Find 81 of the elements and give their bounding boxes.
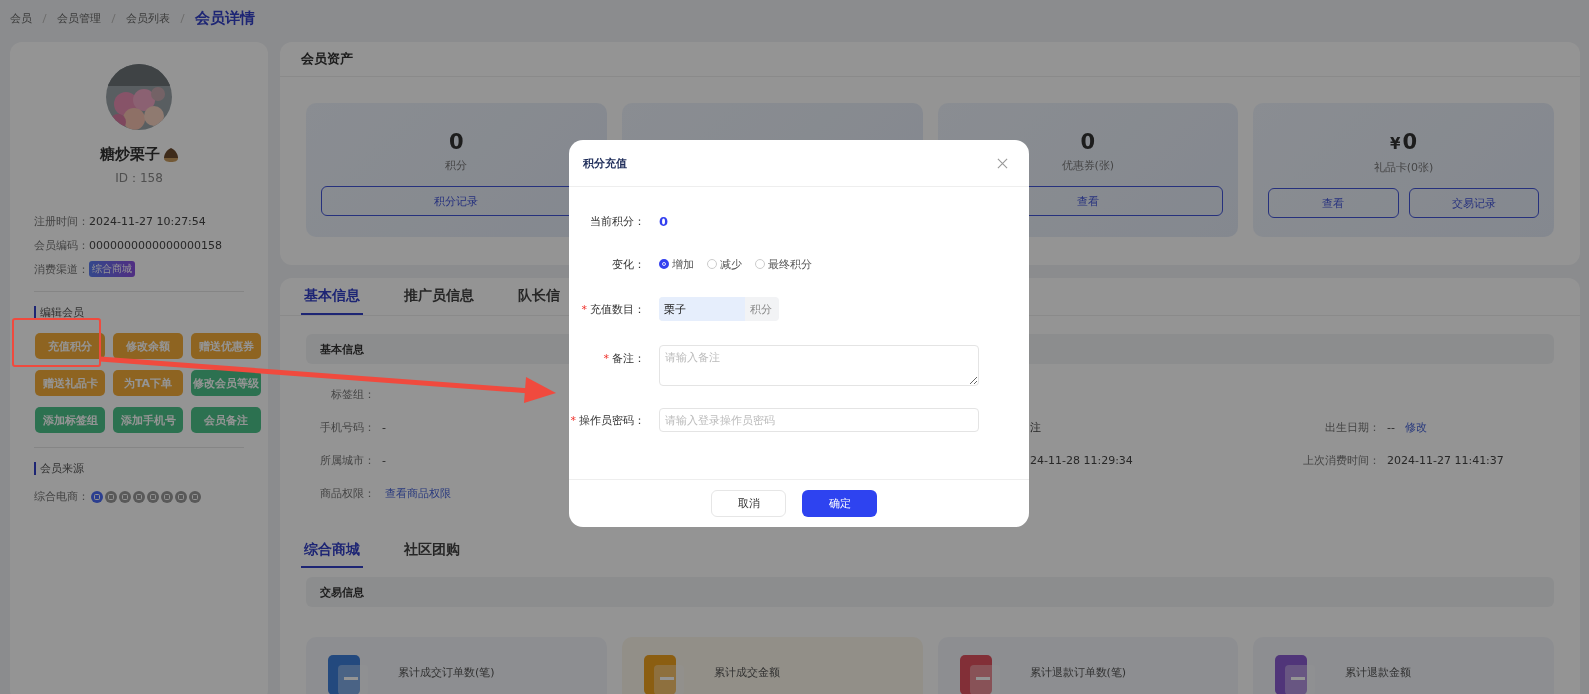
confirm-button[interactable]: 确定 [802,490,877,517]
field-value: 2024-11-27 11:41:37 [1387,454,1504,467]
field-value: - [382,454,386,467]
stat-value: ¥0 [1390,130,1418,156]
field-value: - [382,421,386,434]
input-field[interactable]: 栗子 积分 [659,297,779,321]
chestnut-icon [162,147,179,162]
section-title: 会员来源 [34,462,254,475]
link[interactable]: 修改 [1404,420,1427,435]
unit-label: 积分 [749,301,773,318]
field-label: 当前积分： [590,213,645,229]
tab[interactable]: 社区团购 [401,534,463,568]
section-title: 基本信息 [320,341,364,357]
field-label: 出生日期： [1324,420,1380,435]
radio-option[interactable]: 增加 [659,256,694,272]
field-label: 变化： [612,256,645,272]
required-mark: * [581,302,587,316]
radio-option[interactable]: 最终积分 [755,256,812,272]
link[interactable]: 查看商品权限 [385,486,451,501]
field-label: 商品权限： [319,486,375,501]
stat-label: 累计退款订单数(笔) [1029,665,1127,680]
stat-label: 积分 [445,158,468,173]
cancel-button[interactable]: 取消 [711,490,786,517]
required-mark: * [603,352,609,365]
source-label: 综合电商： [34,489,89,504]
stat-label: 累计成交金额 [713,665,780,680]
action-button[interactable]: 添加标签组 [35,407,105,433]
field-label: 所属城市： [319,453,375,468]
breadcrumb-link[interactable]: 会员管理 [57,10,101,26]
remark-field[interactable]: 请输入备注 [659,345,979,386]
stat-label: 礼品卡(0张) [1373,160,1434,175]
section-title: 编辑会员 [34,306,254,319]
field-value: -- [1387,421,1395,434]
password-field[interactable]: 请输入登录操作员密码 [659,408,979,432]
info-label: 会员编码： [34,237,89,253]
field-label: 操作员密码： [579,412,645,428]
channel-icon[interactable] [133,490,145,503]
field-label: 充值数目： [590,301,645,317]
close-icon[interactable] [997,157,1008,169]
breadcrumb-link[interactable]: 会员 [10,10,32,26]
breadcrumb-link[interactable]: 会员列表 [126,10,170,26]
member-id: ID：158 [114,170,164,187]
channel-icon[interactable] [105,490,117,503]
card-title: 会员资产 [280,42,1580,77]
channel-icon[interactable] [161,490,173,503]
points-value: 0 [659,213,669,229]
info-value: 0000000000000000158 [89,238,222,252]
channel-tag: 综合商城 [89,261,135,277]
radio-option[interactable]: 减少 [707,256,742,272]
channel-icon[interactable] [119,490,131,503]
tab[interactable]: 基本信息 [301,278,363,315]
outline-button[interactable]: 查看 [1268,188,1399,218]
stat-label: 优惠券(张) [1061,158,1115,173]
info-label: 注册时间： [34,213,89,229]
section-title: 交易信息 [320,584,364,600]
tab[interactable]: 综合商城 [301,534,363,568]
info-value: 2024-11-27 10:27:54 [89,214,206,228]
field-label: 标签组： [330,387,375,402]
info-label: 消费渠道： [34,261,89,277]
field-label: 手机号码： [319,420,375,435]
action-button[interactable]: 添加手机号 [113,407,183,433]
stat-value: 0 [449,130,464,154]
stat-label: 累计退款金额 [1345,665,1412,680]
stat-label: 累计成交订单数(笔) [398,665,495,680]
breadcrumb-link[interactable]: 会员详情 [195,8,255,28]
member-name: 糖炒栗子 [99,145,160,164]
required-mark: * [570,413,576,427]
tab[interactable]: 推广员信息 [401,278,477,315]
channel-icon[interactable] [175,490,187,503]
dialog-title: 积分充值 [583,155,627,171]
stat-value: 0 [1080,130,1096,154]
field-value: 注 [1030,420,1041,435]
outline-button[interactable]: 交易记录 [1408,188,1539,218]
field-label: 备注： [612,351,645,366]
field-label: 上次消费时间： [1302,453,1380,468]
channel-icon[interactable] [147,490,159,503]
channel-icon[interactable] [189,490,201,503]
action-button[interactable]: 修改会员等级 [191,370,261,396]
field-value: 24-11-28 11:29:34 [1030,454,1133,467]
action-button[interactable]: 会员备注 [191,407,261,433]
tab[interactable]: 队长信 [515,278,563,315]
